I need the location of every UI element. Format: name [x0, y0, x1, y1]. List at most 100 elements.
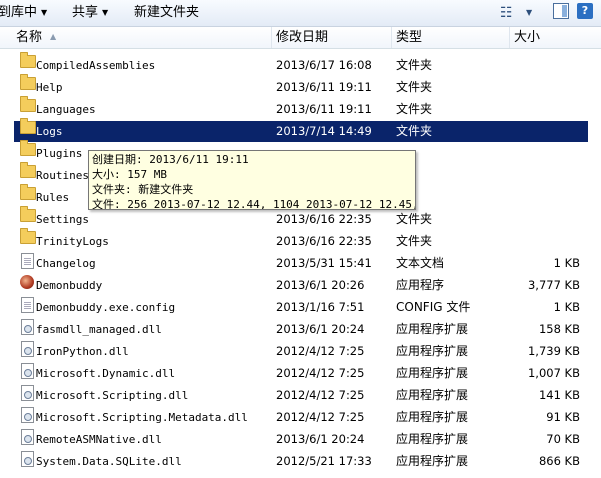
dll-file-icon — [17, 341, 34, 362]
file-row[interactable]: Logs 2013/7/14 14:49 文件夹 — [14, 118, 588, 142]
column-date-label: 修改日期 — [276, 30, 329, 45]
file-row[interactable]: Changelog 2013/5/31 15:41 文本文档 1 KB — [14, 253, 588, 274]
view-options-chevron-icon[interactable]: ▼ — [526, 3, 532, 23]
file-row[interactable]: Help 2013/6/11 19:11 文件夹 — [14, 74, 588, 98]
file-name: Languages — [36, 103, 96, 116]
file-name: Rules — [36, 191, 70, 204]
folder-info-tooltip: 创建日期: 2013/6/11 19:11 大小: 157 MB 文件夹: 新建… — [88, 150, 416, 210]
file-modified-date: 2013/6/1 20:24 — [276, 432, 365, 446]
file-row[interactable]: fasmdll_managed.dll 2013/6/1 20:24 应用程序扩展 1… — [14, 319, 588, 340]
dll-file-icon — [17, 385, 34, 406]
file-row[interactable]: TrinityLogs 2013/6/16 22:35 文件夹 — [14, 228, 588, 252]
file-name: Routines — [36, 169, 89, 182]
file-type: 文件夹 — [396, 102, 433, 116]
file-type: CONFIG 文件 — [396, 300, 471, 314]
command-bar: 到库中 ▼ 共享 ▼ 新建文件夹 ☷ ▼ ? — [0, 0, 601, 27]
folder-icon — [17, 206, 36, 230]
folder-icon — [17, 96, 36, 120]
column-header-type[interactable]: 类型 — [392, 27, 510, 48]
file-row[interactable]: RemoteASMNative.dll 2013/6/1 20:24 应用程序扩展 7… — [14, 429, 588, 450]
file-name: Microsoft.Scripting.Metadata.dll — [36, 411, 248, 424]
column-header-date[interactable]: 修改日期 — [272, 27, 392, 48]
file-size: 141 KB — [538, 388, 580, 402]
column-header-name[interactable]: 名称 ▲ — [0, 27, 272, 48]
include-in-library-button[interactable]: 到库中 ▼ — [0, 4, 47, 22]
share-button[interactable]: 共享 ▼ — [72, 4, 108, 22]
new-folder-button[interactable]: 新建文件夹 — [134, 4, 199, 22]
file-name: Changelog — [36, 257, 96, 270]
file-row[interactable]: Settings 2013/6/16 22:35 文件夹 — [14, 206, 588, 230]
file-name: Help — [36, 81, 63, 94]
file-row[interactable]: Microsoft.Scripting.Metadata.dll 2012/4/1… — [14, 407, 588, 428]
file-row[interactable]: Microsoft.Scripting.dll 2012/4/12 7:25 应用程… — [14, 385, 588, 406]
file-type: 应用程序扩展 — [396, 454, 469, 468]
file-type: 文件夹 — [396, 80, 433, 94]
file-modified-date: 2012/4/12 7:25 — [276, 366, 365, 380]
folder-icon — [17, 52, 36, 76]
file-modified-date: 2013/7/14 14:49 — [276, 124, 372, 138]
file-row[interactable]: System.Data.SQLite.dll 2012/5/21 17:33 应用程… — [14, 451, 588, 472]
file-row[interactable]: Demonbuddy 2013/6/1 20:26 应用程序 3,777 KB — [14, 275, 588, 296]
file-name: RemoteASMNative.dll — [36, 433, 162, 446]
file-type: 应用程序扩展 — [396, 388, 469, 402]
file-type: 文件夹 — [396, 234, 433, 248]
file-name: Demonbuddy.exe.config — [36, 301, 176, 314]
tooltip-files: 文件: 256 2013-07-12 12.44, 1104 2013-07-1… — [92, 198, 416, 210]
file-type: 文本文档 — [396, 256, 445, 270]
document-icon — [17, 253, 34, 274]
folder-icon — [17, 228, 36, 252]
file-row[interactable]: Languages 2013/6/11 19:11 文件夹 — [14, 96, 588, 120]
file-row[interactable]: CompiledAssemblies 2013/6/17 16:08 文件夹 — [14, 52, 588, 76]
file-row[interactable]: IronPython.dll 2012/4/12 7:25 应用程序扩展 1,739 … — [14, 341, 588, 362]
new-folder-label: 新建文件夹 — [134, 5, 200, 20]
file-size: 1 KB — [553, 300, 580, 314]
preview-pane-icon[interactable] — [553, 3, 569, 19]
application-icon — [17, 275, 34, 296]
file-size: 3,777 KB — [527, 278, 580, 292]
file-modified-date: 2013/6/16 22:35 — [276, 234, 372, 248]
dll-file-icon — [17, 319, 34, 340]
sort-ascending-icon: ▲ — [50, 32, 57, 41]
dll-file-icon — [17, 451, 34, 472]
file-name: IronPython.dll — [36, 345, 129, 358]
share-label: 共享 — [72, 5, 99, 20]
file-modified-date: 2012/4/12 7:25 — [276, 388, 365, 402]
file-name: Plugins — [36, 147, 83, 160]
file-row[interactable]: Microsoft.Dynamic.dll 2012/4/12 7:25 应用程序扩… — [14, 363, 588, 384]
file-name: Microsoft.Scripting.dll — [36, 389, 189, 402]
file-name: System.Data.SQLite.dll — [36, 455, 182, 468]
file-modified-date: 2013/6/1 20:24 — [276, 322, 365, 336]
file-size: 1,007 KB — [527, 366, 580, 380]
view-options-icon[interactable]: ☷ — [500, 3, 513, 23]
column-size-label: 大小 — [514, 30, 541, 45]
file-modified-date: 2013/1/16 7:51 — [276, 300, 365, 314]
file-size: 158 KB — [538, 322, 580, 336]
document-icon — [17, 297, 34, 318]
file-type: 应用程序扩展 — [396, 366, 469, 380]
file-name: fasmdll_managed.dll — [36, 323, 162, 336]
folder-icon — [17, 184, 36, 208]
file-size: 70 KB — [546, 432, 580, 446]
file-row[interactable]: Demonbuddy.exe.config 2013/1/16 7:51 CONFI… — [14, 297, 588, 318]
file-modified-date: 2012/4/12 7:25 — [276, 410, 365, 424]
file-size: 866 KB — [538, 454, 580, 468]
chevron-down-icon: ▼ — [41, 8, 48, 17]
file-type: 应用程序扩展 — [396, 410, 469, 424]
column-header-bar: 名称 ▲ 修改日期 类型 大小 — [0, 27, 601, 49]
column-header-size[interactable]: 大小 — [510, 27, 601, 48]
dll-file-icon — [17, 407, 34, 428]
folder-icon — [17, 140, 36, 164]
file-modified-date: 2013/6/17 16:08 — [276, 58, 372, 72]
file-name: Demonbuddy — [36, 279, 103, 292]
file-modified-date: 2013/6/11 19:11 — [276, 102, 372, 116]
file-size: 1,739 KB — [527, 344, 580, 358]
file-name: Microsoft.Dynamic.dll — [36, 367, 176, 380]
file-name: Logs — [36, 125, 63, 138]
tooltip-size: 大小: 157 MB — [92, 168, 167, 181]
dll-file-icon — [17, 363, 34, 384]
file-type: 文件夹 — [396, 124, 433, 138]
help-icon[interactable]: ? — [577, 3, 593, 19]
file-type: 应用程序扩展 — [396, 432, 469, 446]
file-type: 文件夹 — [396, 212, 433, 226]
tooltip-created-date: 创建日期: 2013/6/11 19:11 — [92, 153, 249, 166]
